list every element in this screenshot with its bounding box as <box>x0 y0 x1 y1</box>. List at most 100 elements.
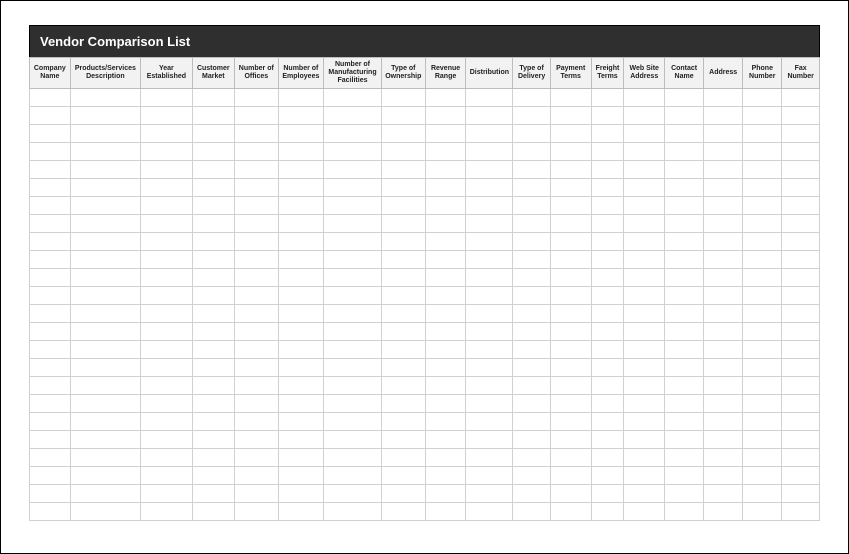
table-cell[interactable] <box>550 305 591 323</box>
table-cell[interactable] <box>234 125 278 143</box>
table-cell[interactable] <box>192 359 234 377</box>
table-cell[interactable] <box>192 125 234 143</box>
table-cell[interactable] <box>704 431 743 449</box>
table-cell[interactable] <box>591 107 624 125</box>
table-cell[interactable] <box>381 341 425 359</box>
table-cell[interactable] <box>591 341 624 359</box>
table-cell[interactable] <box>513 269 551 287</box>
table-cell[interactable] <box>141 431 193 449</box>
table-cell[interactable] <box>141 215 193 233</box>
table-cell[interactable] <box>141 89 193 107</box>
table-cell[interactable] <box>381 323 425 341</box>
table-cell[interactable] <box>624 431 665 449</box>
table-cell[interactable] <box>70 287 140 305</box>
table-cell[interactable] <box>234 215 278 233</box>
table-cell[interactable] <box>278 143 323 161</box>
table-cell[interactable] <box>141 197 193 215</box>
table-cell[interactable] <box>466 503 513 521</box>
table-cell[interactable] <box>278 125 323 143</box>
table-cell[interactable] <box>704 287 743 305</box>
table-cell[interactable] <box>591 197 624 215</box>
table-cell[interactable] <box>425 449 466 467</box>
table-cell[interactable] <box>665 485 704 503</box>
table-cell[interactable] <box>743 467 782 485</box>
table-cell[interactable] <box>782 89 820 107</box>
table-cell[interactable] <box>278 431 323 449</box>
table-cell[interactable] <box>141 377 193 395</box>
table-cell[interactable] <box>30 395 71 413</box>
table-cell[interactable] <box>278 341 323 359</box>
table-cell[interactable] <box>591 251 624 269</box>
table-cell[interactable] <box>234 413 278 431</box>
table-cell[interactable] <box>550 125 591 143</box>
table-cell[interactable] <box>743 305 782 323</box>
table-cell[interactable] <box>513 359 551 377</box>
table-cell[interactable] <box>513 449 551 467</box>
table-cell[interactable] <box>782 377 820 395</box>
table-cell[interactable] <box>234 485 278 503</box>
table-cell[interactable] <box>425 233 466 251</box>
table-cell[interactable] <box>324 143 382 161</box>
table-cell[interactable] <box>278 179 323 197</box>
table-cell[interactable] <box>141 161 193 179</box>
table-cell[interactable] <box>782 251 820 269</box>
table-cell[interactable] <box>141 125 193 143</box>
table-cell[interactable] <box>513 287 551 305</box>
table-cell[interactable] <box>624 197 665 215</box>
table-cell[interactable] <box>782 233 820 251</box>
table-cell[interactable] <box>591 287 624 305</box>
table-cell[interactable] <box>425 197 466 215</box>
table-cell[interactable] <box>624 287 665 305</box>
table-cell[interactable] <box>665 359 704 377</box>
table-cell[interactable] <box>550 341 591 359</box>
table-cell[interactable] <box>30 269 71 287</box>
table-cell[interactable] <box>624 395 665 413</box>
table-cell[interactable] <box>234 341 278 359</box>
table-cell[interactable] <box>466 341 513 359</box>
table-cell[interactable] <box>591 377 624 395</box>
table-cell[interactable] <box>591 359 624 377</box>
table-cell[interactable] <box>624 269 665 287</box>
table-cell[interactable] <box>381 269 425 287</box>
table-cell[interactable] <box>192 449 234 467</box>
table-cell[interactable] <box>30 341 71 359</box>
table-cell[interactable] <box>70 431 140 449</box>
table-cell[interactable] <box>324 161 382 179</box>
table-cell[interactable] <box>234 143 278 161</box>
table-cell[interactable] <box>782 107 820 125</box>
table-cell[interactable] <box>324 431 382 449</box>
table-cell[interactable] <box>466 287 513 305</box>
table-cell[interactable] <box>591 215 624 233</box>
table-cell[interactable] <box>141 413 193 431</box>
table-cell[interactable] <box>513 215 551 233</box>
table-cell[interactable] <box>624 341 665 359</box>
table-cell[interactable] <box>192 161 234 179</box>
table-cell[interactable] <box>624 467 665 485</box>
table-cell[interactable] <box>234 359 278 377</box>
table-cell[interactable] <box>278 377 323 395</box>
table-cell[interactable] <box>234 89 278 107</box>
table-cell[interactable] <box>743 215 782 233</box>
table-cell[interactable] <box>665 197 704 215</box>
table-cell[interactable] <box>591 125 624 143</box>
table-cell[interactable] <box>192 107 234 125</box>
table-cell[interactable] <box>665 467 704 485</box>
table-cell[interactable] <box>665 377 704 395</box>
table-cell[interactable] <box>782 503 820 521</box>
table-cell[interactable] <box>550 197 591 215</box>
table-cell[interactable] <box>665 161 704 179</box>
table-cell[interactable] <box>324 485 382 503</box>
table-cell[interactable] <box>278 485 323 503</box>
table-cell[interactable] <box>425 179 466 197</box>
table-cell[interactable] <box>425 395 466 413</box>
table-cell[interactable] <box>192 431 234 449</box>
table-cell[interactable] <box>324 107 382 125</box>
table-cell[interactable] <box>278 161 323 179</box>
table-cell[interactable] <box>425 359 466 377</box>
table-cell[interactable] <box>30 215 71 233</box>
table-cell[interactable] <box>624 107 665 125</box>
table-cell[interactable] <box>624 215 665 233</box>
table-cell[interactable] <box>425 467 466 485</box>
table-cell[interactable] <box>30 377 71 395</box>
table-cell[interactable] <box>70 107 140 125</box>
